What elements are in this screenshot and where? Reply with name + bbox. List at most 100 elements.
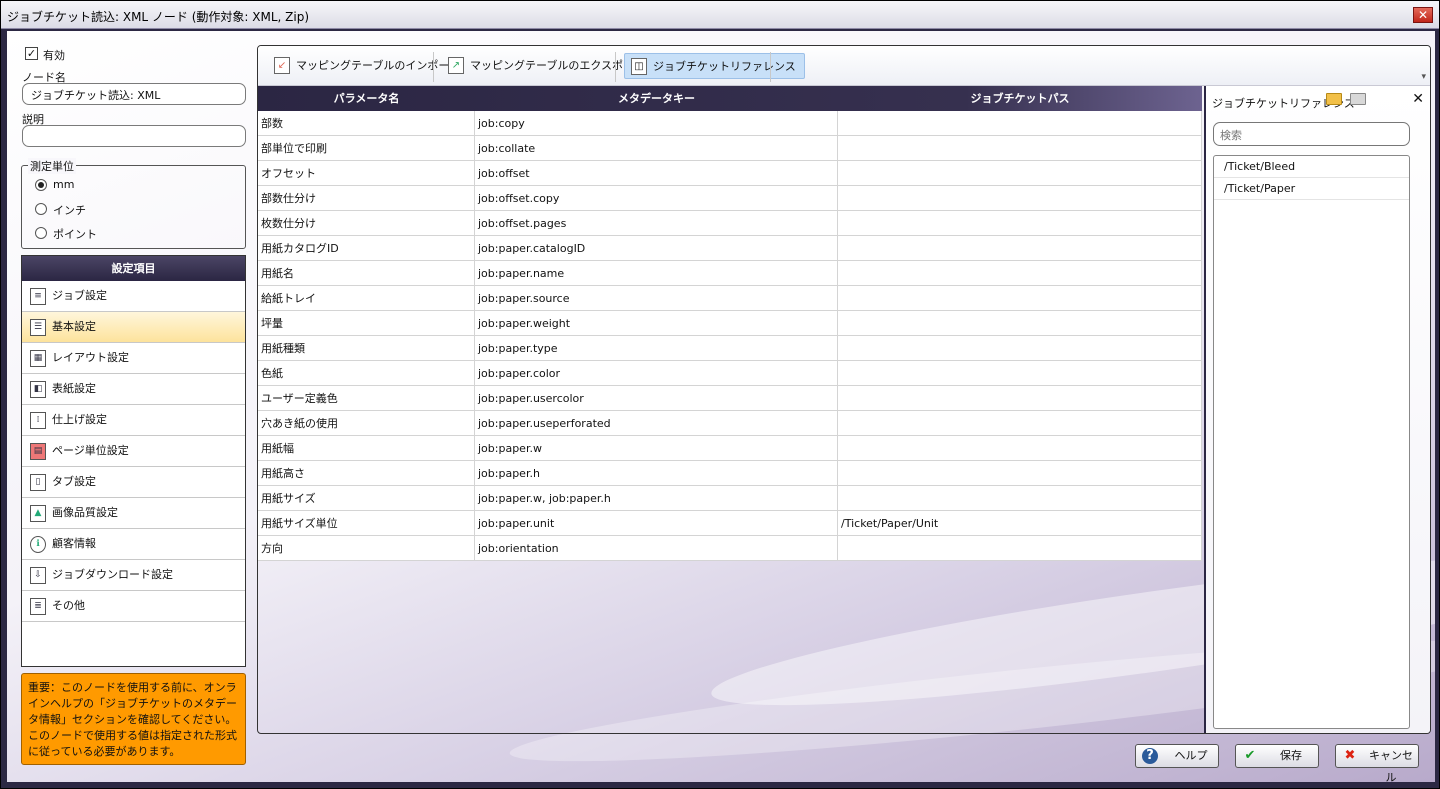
open-folder-icon[interactable] [1326, 93, 1342, 105]
settings-item-basic[interactable]: ☰ 基本設定 [22, 312, 245, 343]
list-item[interactable]: /Ticket/Bleed [1214, 156, 1409, 178]
reference-search-input[interactable]: 検索 [1213, 122, 1410, 146]
cell-ticket-path[interactable] [838, 286, 1202, 310]
cell-parameter[interactable]: 用紙高さ [258, 461, 475, 485]
table-row[interactable]: 部単位で印刷 job:collate [258, 136, 1202, 161]
settings-item-other[interactable]: ≣ その他 [22, 591, 245, 622]
cell-parameter[interactable]: 枚数仕分け [258, 211, 475, 235]
column-header-metadata-key[interactable]: メタデータキー [475, 86, 838, 111]
settings-item-job[interactable]: ≡ ジョブ設定 [22, 281, 245, 312]
close-panel-icon[interactable]: ✕ [1412, 91, 1424, 107]
save-button[interactable]: ✔ 保存 [1235, 744, 1319, 768]
table-row[interactable]: 用紙名 job:paper.name [258, 261, 1202, 286]
cell-ticket-path[interactable] [838, 111, 1202, 135]
table-row[interactable]: 色紙 job:paper.color [258, 361, 1202, 386]
cell-parameter[interactable]: 部数仕分け [258, 186, 475, 210]
table-row[interactable]: ユーザー定義色 job:paper.usercolor [258, 386, 1202, 411]
settings-item-finishing[interactable]: ⁞ 仕上げ設定 [22, 405, 245, 436]
cell-ticket-path[interactable] [838, 311, 1202, 335]
cell-metadata-key[interactable]: job:offset.pages [475, 211, 838, 235]
table-row[interactable]: 方向 job:orientation [258, 536, 1202, 561]
cell-parameter[interactable]: 坪量 [258, 311, 475, 335]
table-row[interactable]: 部数仕分け job:offset.copy [258, 186, 1202, 211]
folder-delete-icon[interactable] [1350, 93, 1366, 105]
cell-ticket-path[interactable] [838, 361, 1202, 385]
cell-metadata-key[interactable]: job:paper.useperforated [475, 411, 838, 435]
help-button[interactable]: ? ヘルプ [1135, 744, 1219, 768]
overflow-arrow-icon[interactable]: ▾ [1421, 72, 1426, 82]
cell-ticket-path[interactable] [838, 336, 1202, 360]
cell-parameter[interactable]: 用紙名 [258, 261, 475, 285]
import-button[interactable]: ↙ マッピングテーブルのインポート [268, 53, 460, 79]
node-name-field[interactable]: ジョブチケット読込: XML [22, 83, 246, 105]
cell-parameter[interactable]: 用紙幅 [258, 436, 475, 460]
cell-parameter[interactable]: 用紙サイズ [258, 486, 475, 510]
cell-parameter[interactable]: ユーザー定義色 [258, 386, 475, 410]
cell-metadata-key[interactable]: job:paper.catalogID [475, 236, 838, 260]
table-row[interactable]: 用紙カタログID job:paper.catalogID [258, 236, 1202, 261]
settings-item-download[interactable]: ⇩ ジョブダウンロード設定 [22, 560, 245, 591]
cell-parameter[interactable]: 方向 [258, 536, 475, 560]
settings-item-pages[interactable]: ▤ ページ単位設定 [22, 436, 245, 467]
table-row[interactable]: 用紙高さ job:paper.h [258, 461, 1202, 486]
radio-inch[interactable] [35, 203, 47, 215]
cell-ticket-path[interactable] [838, 261, 1202, 285]
cell-ticket-path[interactable]: /Ticket/Paper/Unit [838, 511, 1202, 535]
close-icon[interactable]: ✕ [1413, 7, 1433, 23]
table-row[interactable]: 穴あき紙の使用 job:paper.useperforated [258, 411, 1202, 436]
cell-parameter[interactable]: 部数 [258, 111, 475, 135]
table-row[interactable]: 用紙サイズ job:paper.w, job:paper.h [258, 486, 1202, 511]
cell-metadata-key[interactable]: job:paper.h [475, 461, 838, 485]
cell-parameter[interactable]: 穴あき紙の使用 [258, 411, 475, 435]
cell-metadata-key[interactable]: job:orientation [475, 536, 838, 560]
settings-item-tab[interactable]: ▯ タブ設定 [22, 467, 245, 498]
cell-metadata-key[interactable]: job:paper.weight [475, 311, 838, 335]
settings-item-customer[interactable]: ℹ 顧客情報 [22, 529, 245, 560]
cell-metadata-key[interactable]: job:collate [475, 136, 838, 160]
cell-ticket-path[interactable] [838, 136, 1202, 160]
cell-ticket-path[interactable] [838, 236, 1202, 260]
cell-ticket-path[interactable] [838, 436, 1202, 460]
cell-parameter[interactable]: 用紙カタログID [258, 236, 475, 260]
column-header-ticket-path[interactable]: ジョブチケットパス [838, 86, 1202, 111]
table-row[interactable]: 用紙幅 job:paper.w [258, 436, 1202, 461]
list-item[interactable]: /Ticket/Paper [1214, 178, 1409, 200]
table-row[interactable]: オフセット job:offset [258, 161, 1202, 186]
cell-ticket-path[interactable] [838, 161, 1202, 185]
enabled-checkbox[interactable]: ✓ [25, 47, 38, 60]
table-row[interactable]: 給紙トレイ job:paper.source [258, 286, 1202, 311]
cell-metadata-key[interactable]: job:paper.usercolor [475, 386, 838, 410]
cell-ticket-path[interactable] [838, 386, 1202, 410]
radio-point[interactable] [35, 227, 47, 239]
table-row[interactable]: 坪量 job:paper.weight [258, 311, 1202, 336]
cell-ticket-path[interactable] [838, 486, 1202, 510]
table-row[interactable]: 枚数仕分け job:offset.pages [258, 211, 1202, 236]
cell-parameter[interactable]: オフセット [258, 161, 475, 185]
cell-ticket-path[interactable] [838, 211, 1202, 235]
cell-parameter[interactable]: 用紙種類 [258, 336, 475, 360]
reference-toggle-button[interactable]: ◫ ジョブチケットリファレンス [624, 53, 805, 79]
cell-parameter[interactable]: 色紙 [258, 361, 475, 385]
table-row[interactable]: 用紙種類 job:paper.type [258, 336, 1202, 361]
settings-item-layout[interactable]: ▦ レイアウト設定 [22, 343, 245, 374]
settings-item-image-quality[interactable]: ▲ 画像品質設定 [22, 498, 245, 529]
cell-metadata-key[interactable]: job:offset.copy [475, 186, 838, 210]
cell-metadata-key[interactable]: job:paper.type [475, 336, 838, 360]
cell-metadata-key[interactable]: job:copy [475, 111, 838, 135]
cell-metadata-key[interactable]: job:paper.name [475, 261, 838, 285]
cell-metadata-key[interactable]: job:paper.color [475, 361, 838, 385]
cell-metadata-key[interactable]: job:paper.unit [475, 511, 838, 535]
cell-ticket-path[interactable] [838, 186, 1202, 210]
cell-ticket-path[interactable] [838, 461, 1202, 485]
description-field[interactable] [22, 125, 246, 147]
settings-item-cover[interactable]: ◧ 表紙設定 [22, 374, 245, 405]
table-row[interactable]: 部数 job:copy [258, 111, 1202, 136]
cell-ticket-path[interactable] [838, 411, 1202, 435]
cell-metadata-key[interactable]: job:paper.source [475, 286, 838, 310]
cell-metadata-key[interactable]: job:paper.w, job:paper.h [475, 486, 838, 510]
cell-parameter[interactable]: 給紙トレイ [258, 286, 475, 310]
cancel-button[interactable]: ✖ キャンセル [1335, 744, 1419, 782]
column-header-parameter[interactable]: パラメータ名 [258, 86, 475, 111]
cell-ticket-path[interactable] [838, 536, 1202, 560]
radio-mm[interactable] [35, 179, 47, 191]
